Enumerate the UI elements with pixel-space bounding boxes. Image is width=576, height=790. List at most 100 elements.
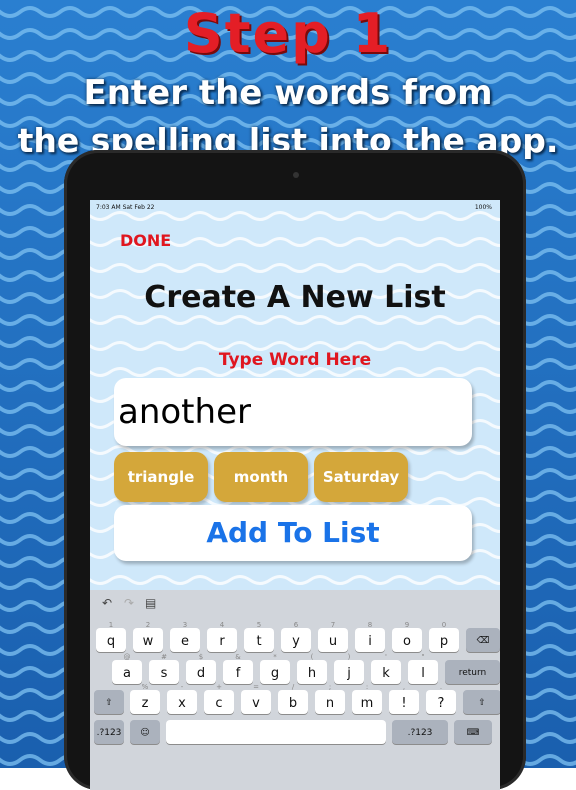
key-label: return [458, 668, 487, 678]
key-p[interactable]: 0p [429, 621, 459, 652]
key-c[interactable]: + c [204, 683, 234, 714]
key-alt-label: 3 [182, 621, 188, 629]
numbers-key[interactable]: .?123 [94, 720, 124, 744]
key-label: ⌫ [476, 636, 490, 646]
key-label: z [141, 696, 149, 711]
key-alt-label: , [402, 683, 406, 691]
key-t[interactable]: 5t [244, 621, 274, 652]
key-label: ⌨ [466, 728, 480, 738]
step-heading: Step 1 [183, 2, 393, 65]
key-o[interactable]: 9o [392, 621, 422, 652]
key-alt-label: 5 [256, 621, 262, 629]
key-label: y [292, 634, 300, 649]
key-label: d [196, 666, 206, 681]
key-alt-label: 1 [108, 621, 114, 629]
key-alt-label: 2 [145, 621, 151, 629]
key-v[interactable]: = v [241, 683, 271, 714]
key-label: l [421, 666, 425, 681]
emoji-key[interactable]: ☺ [130, 720, 160, 744]
key-label: ⇧ [478, 698, 486, 708]
undo-icon[interactable]: ↶ [102, 596, 112, 610]
key-label: i [368, 634, 372, 649]
key-alt-label: = [253, 683, 259, 691]
add-to-list-button[interactable]: Add To List [114, 505, 472, 561]
key-label: m [360, 696, 374, 711]
battery-indicator: 100% [474, 204, 492, 211]
key-alt-label: . [439, 683, 443, 691]
page-title: Create A New List [144, 280, 446, 315]
key-label: ! [401, 696, 407, 711]
key-alt-label: ; [328, 683, 332, 691]
paste-icon[interactable]: ▤ [145, 596, 156, 610]
key-q[interactable]: 1q [96, 621, 126, 652]
tablet-frame: 7:03 AM Sat Feb 22 100% DONE Create A Ne… [64, 150, 526, 790]
key-alt-label: 6 [293, 621, 299, 629]
key-label: q [106, 634, 116, 649]
redo-icon[interactable]: ↷ [124, 596, 134, 610]
key-alt-label: # [161, 653, 167, 661]
key-alt-label: 9 [404, 621, 410, 629]
status-bar: 7:03 AM Sat Feb 22 100% [90, 200, 500, 214]
key-label: .?123 [96, 728, 122, 738]
key-alt-label: $ [198, 653, 204, 661]
key-label: ☺ [140, 728, 150, 738]
key-label: h [307, 666, 317, 681]
key-alt-label: @ [123, 653, 131, 661]
key-alt-label: " [421, 653, 425, 661]
suggestion-chip[interactable]: Saturday [314, 452, 408, 502]
key-label: b [288, 696, 298, 711]
suggestion-chip[interactable]: month [214, 452, 308, 502]
key-m[interactable]: :m [352, 683, 382, 714]
key-label: g [270, 666, 280, 681]
word-input[interactable]: another [114, 378, 472, 446]
key-label: e [181, 634, 189, 649]
key-alt-label: % [141, 683, 149, 691]
key-label: p [439, 634, 449, 649]
key-label: o [403, 634, 411, 649]
key-?[interactable]: .? [426, 683, 456, 714]
key-alt-label: 8 [367, 621, 373, 629]
key-alt-label: ) [347, 653, 351, 661]
key-label: r [219, 634, 225, 649]
delete-key[interactable]: ⌫ [466, 628, 500, 652]
status-time: 7:03 AM Sat Feb 22 [96, 204, 155, 211]
key-label: j [347, 666, 351, 681]
input-prompt-label: Type Word Here [218, 350, 372, 370]
shift-key-left[interactable]: ⇧ [94, 690, 124, 714]
key-alt-label: - [180, 683, 184, 691]
key-y[interactable]: 6y [281, 621, 311, 652]
key-alt-label: ' [385, 653, 387, 661]
instruction-line-1: Enter the words from [83, 73, 493, 113]
key-label: a [123, 666, 131, 681]
tablet-screen: 7:03 AM Sat Feb 22 100% DONE Create A Ne… [90, 200, 500, 790]
key-alt-label: : [365, 683, 369, 691]
key-u[interactable]: 7u [318, 621, 348, 652]
key-label: s [160, 666, 168, 681]
key-label: c [215, 696, 223, 711]
key-alt-label: 4 [219, 621, 225, 629]
key-label: u [328, 634, 338, 649]
key-w[interactable]: 2w [133, 621, 163, 652]
space-bar[interactable] [166, 720, 386, 744]
key-i[interactable]: 8i [355, 621, 385, 652]
key-label: k [382, 666, 390, 681]
key-r[interactable]: 4r [207, 621, 237, 652]
key-label: w [142, 634, 154, 649]
suggestion-chip[interactable]: triangle [114, 452, 208, 502]
key-label: f [235, 666, 241, 681]
key-label: t [256, 634, 262, 649]
key-b[interactable]: / b [278, 683, 308, 714]
key-n[interactable]: ; n [315, 683, 345, 714]
key-label: ⇧ [105, 698, 113, 708]
keyboard-toolbar: ↶ ↷ ▤ [90, 590, 500, 618]
key-z[interactable]: % z [130, 683, 160, 714]
key-x[interactable]: -x [167, 683, 197, 714]
numbers-key-right[interactable]: .?123 [392, 720, 448, 744]
key-![interactable]: ,! [389, 683, 419, 714]
shift-key-right[interactable]: ⇧ [463, 690, 500, 714]
key-label: n [325, 696, 335, 711]
hide-keyboard-key[interactable]: ⌨ [454, 720, 492, 744]
key-e[interactable]: 3e [170, 621, 200, 652]
done-button[interactable]: DONE [120, 231, 171, 250]
camera-icon [293, 172, 299, 178]
